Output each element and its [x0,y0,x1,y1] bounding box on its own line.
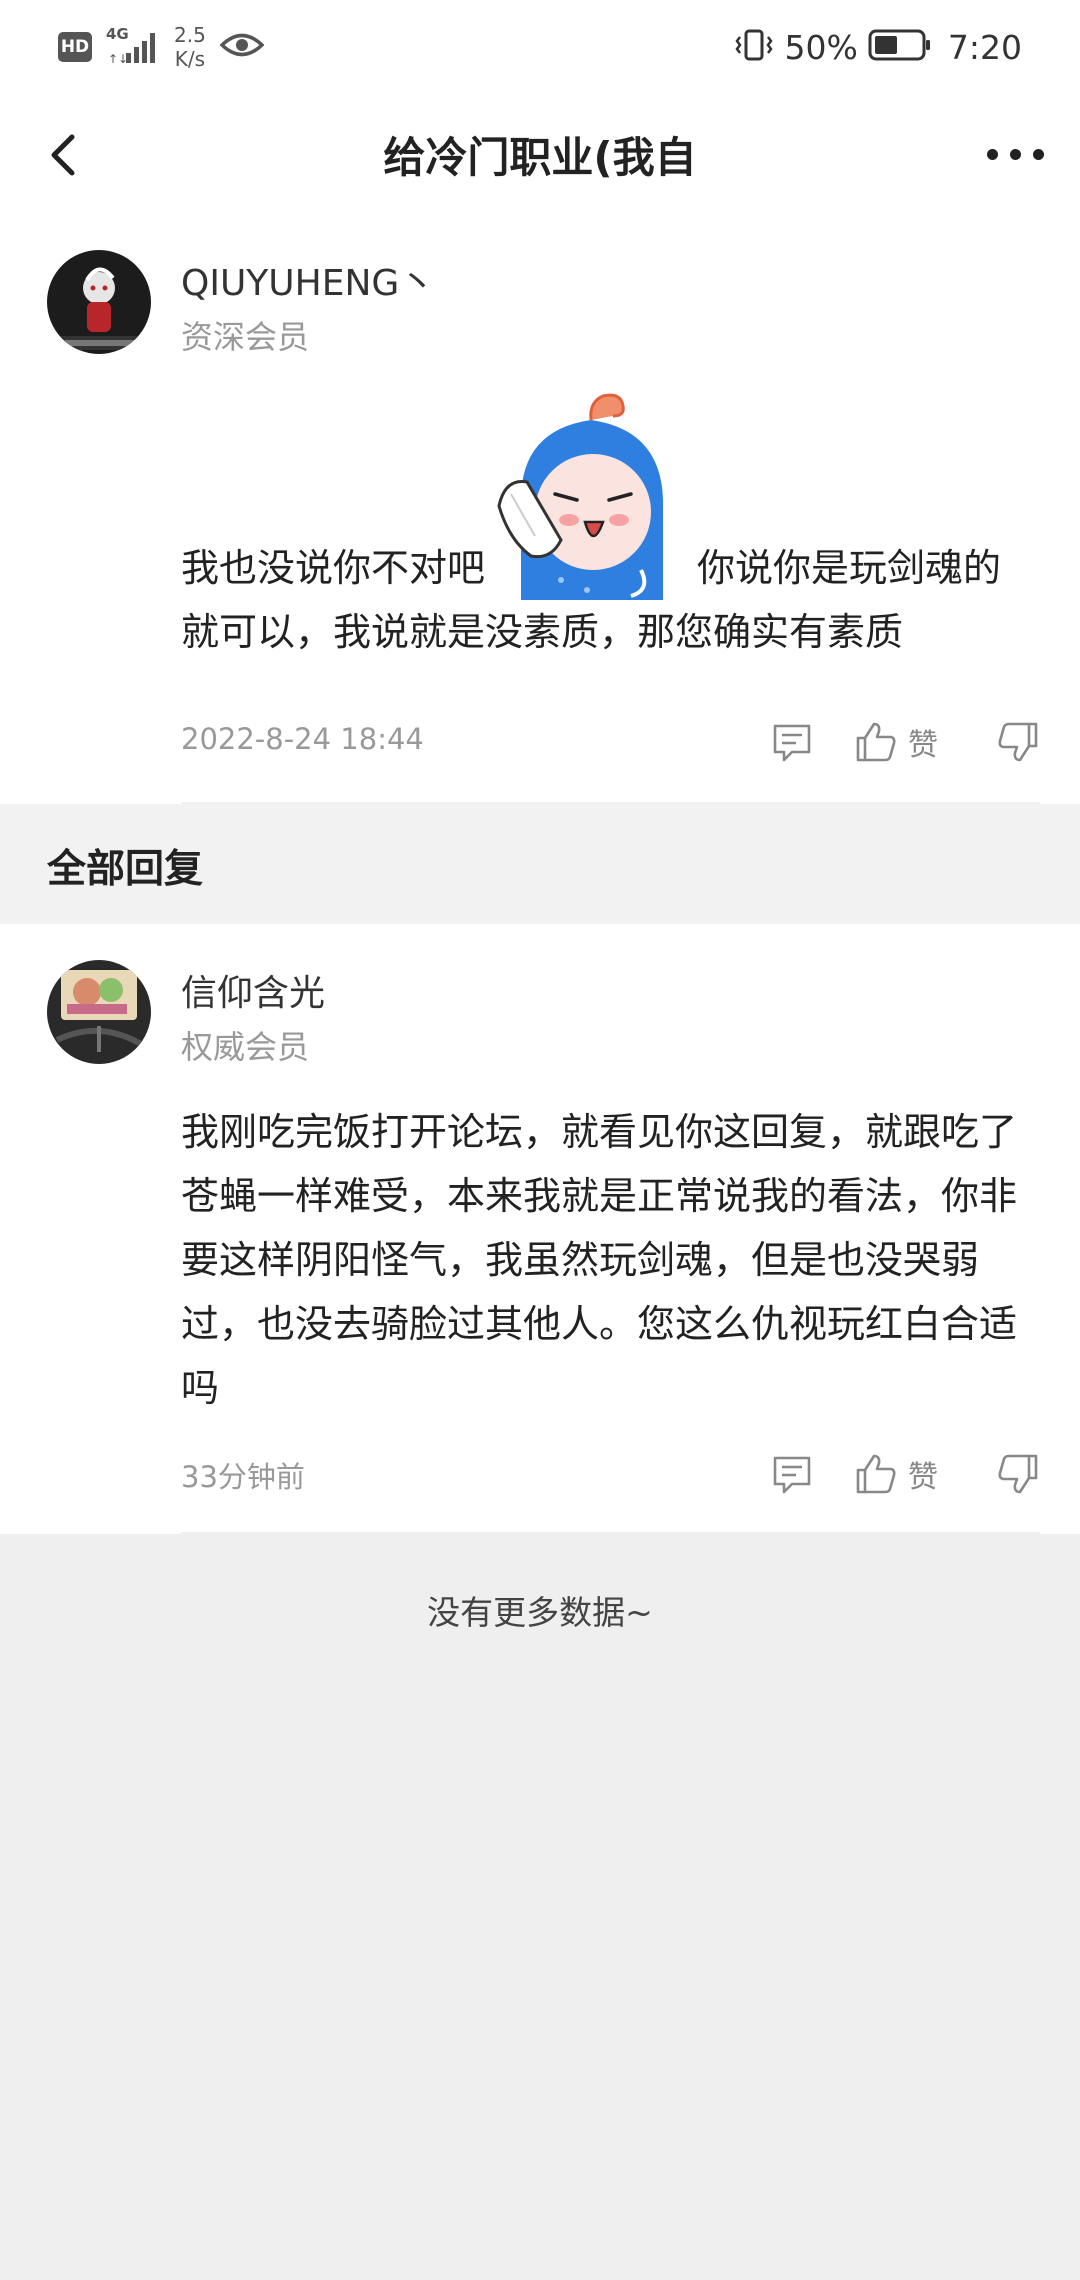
post-member-level: 资深会员 [181,318,310,356]
network-type: 4G [106,25,129,43]
comment-button[interactable] [770,720,814,764]
hd-badge: HD [58,32,92,62]
thumbs-down-icon [998,722,1038,762]
more-dot-icon [1032,148,1044,160]
thumbs-up-icon [856,1454,896,1494]
comment-button[interactable] [770,1452,814,1496]
dislike-button[interactable] [996,720,1040,764]
reply-member-level: 权威会员 [181,1028,310,1066]
thumbs-up-icon [856,722,896,762]
clock: 7:20 [947,27,1022,67]
eye-icon [219,30,265,64]
signal-icon: 4G ↑↓ [106,25,160,65]
more-options-button[interactable] [970,124,1060,184]
divider [181,1532,1040,1534]
like-label: 赞 [908,728,938,763]
like-button[interactable]: 赞 [854,720,938,764]
post-actions: 赞 [770,712,1040,772]
battery-icon [868,28,932,66]
page-title: 给冷门职业(我自 [383,133,697,182]
no-more-data-text: 没有更多数据~ [427,1593,653,1632]
reply-username[interactable]: 信仰含光 [181,964,325,1016]
svg-text:↑↓: ↑↓ [108,52,128,65]
back-button[interactable] [28,122,98,188]
speed-unit: K/s [174,47,206,71]
replies-section-header: 全部回复 [0,804,1080,924]
post-timestamp: 2022-8-24 18:44 [181,722,424,756]
reply-timestamp: 33分钟前 [181,1460,305,1494]
vibrate-icon [733,27,775,67]
nav-bar: 给冷门职业(我自 [0,110,1080,200]
more-dot-icon [986,148,998,160]
comment-icon [773,1456,811,1494]
battery-percent: 50% [784,27,858,67]
like-button[interactable]: 赞 [854,1452,938,1496]
reply-body: 我刚吃完饭打开论坛，就看见你这回复，就跟吃了苍蝇一样难受，本来我就是正常说我的看… [181,1110,1018,1410]
chevron-left-icon [51,134,75,176]
replies-section-title: 全部回复 [47,847,204,892]
speed-value: 2.5 [174,23,206,47]
thumbs-down-icon [998,1454,1038,1494]
status-bar: HD 4G ↑↓ 2.5 K/s 50% 7:20 [0,0,1080,92]
reply-avatar[interactable] [47,960,151,1064]
network-speed: 2.5 K/s [174,23,206,71]
dislike-button[interactable] [996,1452,1040,1496]
reply-actions: 赞 [770,1444,1040,1504]
comment-icon [773,724,811,762]
avatar[interactable] [47,250,151,354]
crying-sticker-image [491,390,691,600]
post-body: 我也没说你不对吧 你说你是玩剑魂的就可以，我说就是没素质，那您确实有素质 [181,390,1031,664]
post-username[interactable]: QIUYUHENG丶 [181,254,435,306]
more-dot-icon [1009,148,1021,160]
like-label: 赞 [908,1460,938,1495]
post-text-before: 我也没说你不对吧 [181,546,486,590]
